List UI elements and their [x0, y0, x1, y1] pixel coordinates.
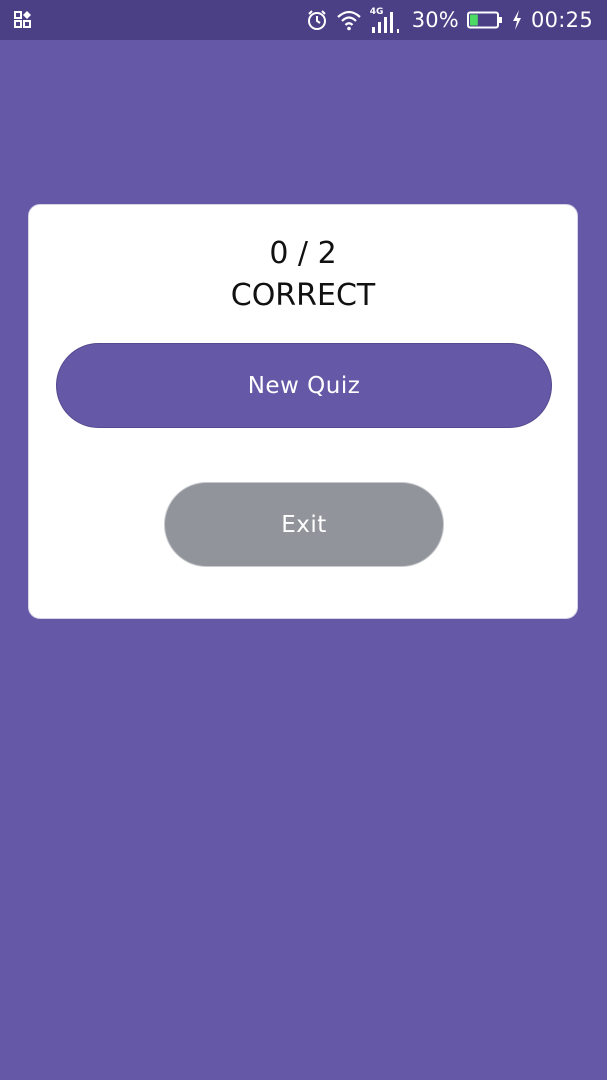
quiz-result-card: 0 / 2 CORRECT New Quiz Exit [28, 204, 578, 619]
exit-button[interactable]: Exit [164, 482, 444, 567]
new-quiz-button[interactable]: New Quiz [56, 343, 552, 428]
score-text: 0 / 2 [269, 236, 337, 271]
wifi-icon [336, 9, 362, 31]
alarm-clock-icon [306, 9, 328, 31]
signal-4g-icon: 4G [370, 5, 404, 35]
charging-bolt-icon [511, 9, 523, 31]
status-icons: 4G 30% 00:25 [306, 0, 593, 40]
status-time: 00:25 [530, 8, 593, 32]
correct-label: CORRECT [230, 278, 376, 313]
battery-icon [466, 11, 503, 29]
qr-code-icon [14, 10, 34, 30]
battery-percent: 30% [411, 8, 459, 32]
status-bar: 4G 30% 00:25 [0, 0, 607, 40]
